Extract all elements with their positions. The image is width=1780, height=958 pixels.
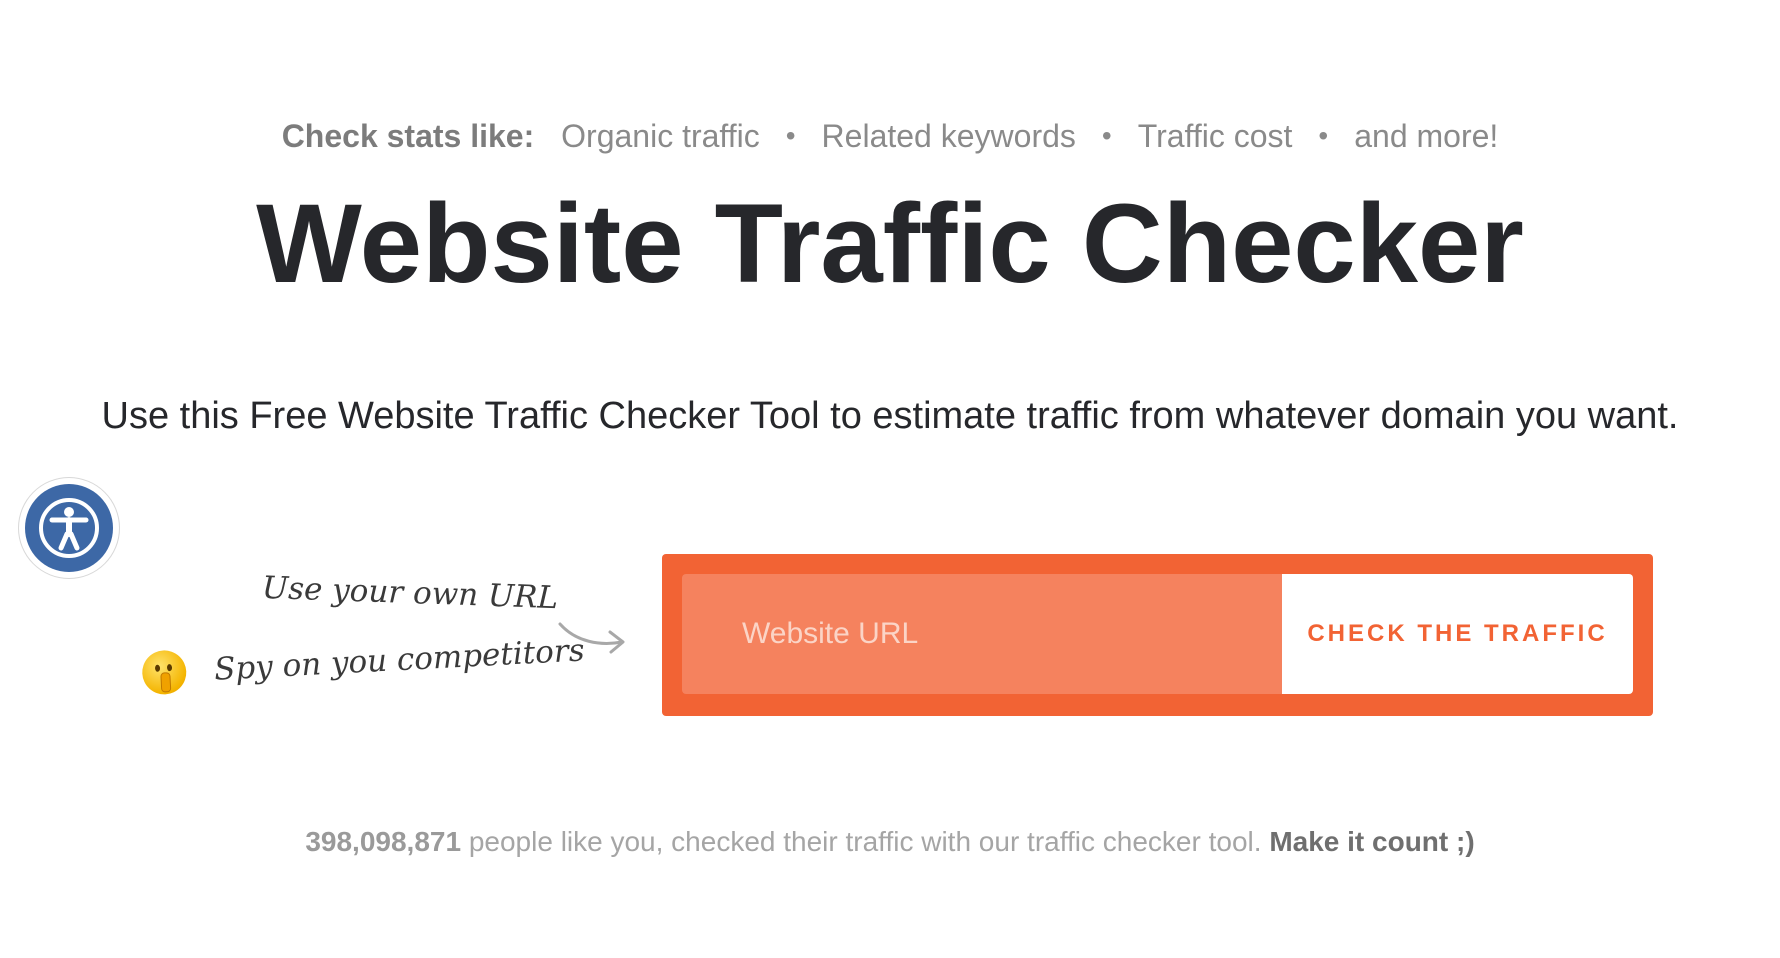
stat-organic-traffic: Organic traffic (561, 118, 760, 154)
accessibility-button[interactable] (19, 478, 119, 578)
stat-traffic-cost: Traffic cost (1137, 118, 1293, 154)
hint-spy: Spy on you competitors (141, 628, 586, 696)
separator-dot: • (785, 120, 796, 151)
traffic-search-form: CHECK THE TRAFFIC (662, 554, 1653, 716)
shushing-face-icon (141, 649, 188, 696)
stat-related-keywords: Related keywords (821, 118, 1076, 154)
curved-arrow-icon (558, 622, 625, 654)
check-traffic-button[interactable]: CHECK THE TRAFFIC (1282, 574, 1633, 694)
counter-cta: Make it count ;) (1269, 826, 1475, 857)
stats-label: Check stats like: (281, 118, 535, 154)
separator-dot: • (1101, 120, 1112, 151)
hint-spy-text: Spy on you competitors (213, 632, 586, 688)
stat-and-more: and more! (1354, 118, 1499, 154)
separator-dot: • (1318, 120, 1329, 151)
accessibility-icon (25, 484, 113, 572)
stats-line: Check stats like: Organic traffic • Relate… (0, 118, 1780, 155)
page: Check stats like: Organic traffic • Relate… (0, 0, 1780, 958)
counter-line: 398,098,871 people like you, checked the… (0, 826, 1780, 858)
page-subtitle: Use this Free Website Traffic Checker To… (101, 395, 1679, 437)
page-title: Website Traffic Checker (256, 181, 1524, 306)
checked-count: 398,098,871 (305, 826, 462, 857)
website-url-input[interactable] (682, 574, 1282, 694)
counter-text: people like you, checked their traffic w… (461, 826, 1270, 857)
hint-own-url: Use your own URL (261, 569, 559, 617)
